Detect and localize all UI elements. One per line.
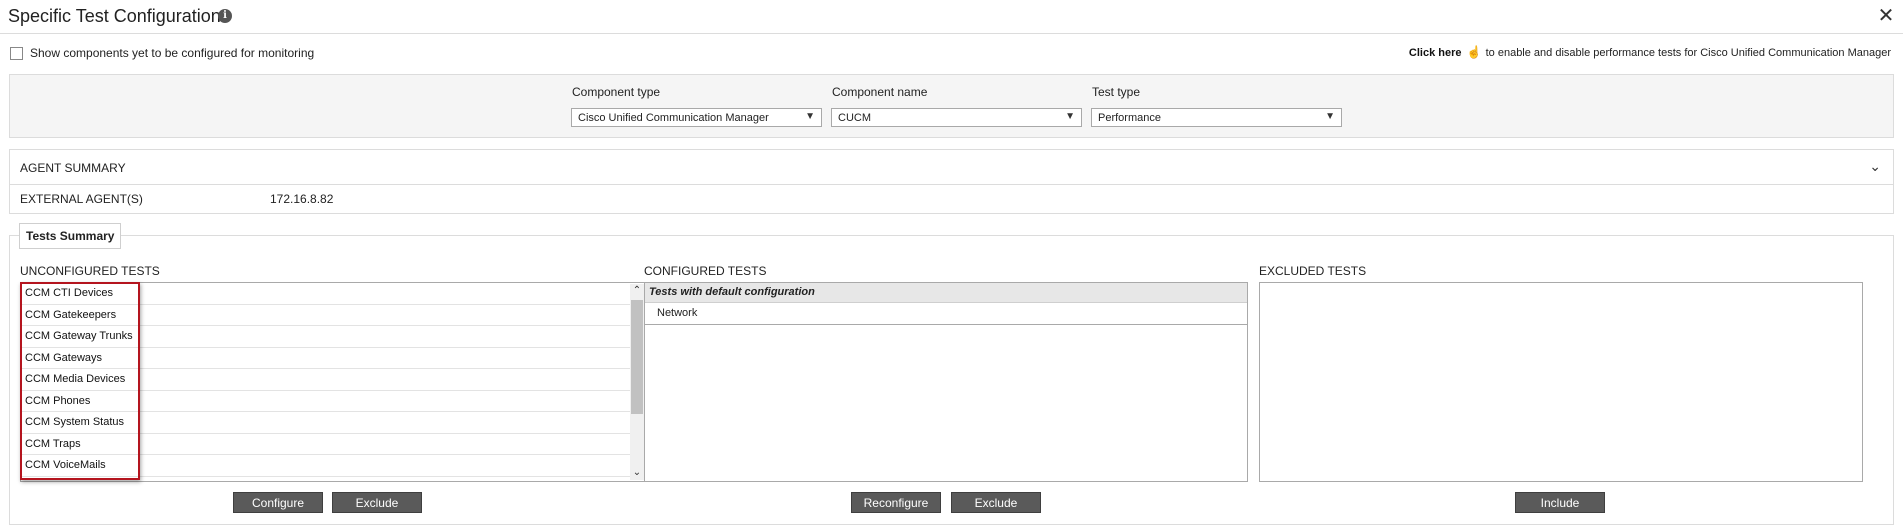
chevron-down-icon: ▼: [1325, 111, 1335, 122]
reconfigure-button[interactable]: Reconfigure: [851, 492, 941, 513]
include-button[interactable]: Include: [1515, 492, 1605, 513]
exclude-configured-button[interactable]: Exclude: [951, 492, 1041, 513]
unconfigured-tests-header: UNCONFIGURED TESTS: [20, 264, 160, 278]
list-item[interactable]: CCM System Status: [21, 412, 630, 434]
scroll-down-icon[interactable]: ⌄: [630, 466, 644, 480]
chevron-down-icon: ▼: [1065, 111, 1075, 122]
list-item[interactable]: CCM Gateways: [21, 348, 630, 369]
list-item[interactable]: CCM Gateway Trunks: [21, 326, 630, 348]
list-item[interactable]: CCM CTI Devices: [21, 283, 630, 305]
component-name-value: CUCM: [838, 112, 871, 124]
configure-button[interactable]: Configure: [233, 492, 323, 513]
configured-tests-list[interactable]: Tests with default configuration Network: [644, 282, 1248, 482]
configured-group-header: Tests with default configuration: [645, 283, 1247, 303]
close-icon[interactable]: ✕: [1876, 6, 1896, 26]
dialog-title: Specific Test Configuration: [8, 6, 221, 26]
agent-summary-panel: AGENT SUMMARY ⌄ EXTERNAL AGENT(S) 172.16…: [9, 149, 1894, 214]
external-agents-value: 172.16.8.82: [270, 192, 334, 206]
list-item[interactable]: CCM Traps: [21, 434, 630, 455]
component-type-label: Component type: [572, 85, 661, 99]
component-name-select[interactable]: CUCM ▼: [831, 108, 1082, 127]
click-here-suffix: to enable and disable performance tests …: [1485, 47, 1891, 59]
show-unconfigured-checkbox[interactable]: [10, 47, 23, 60]
list-item[interactable]: CCM Gatekeepers: [21, 305, 630, 326]
test-type-select[interactable]: Performance ▼: [1091, 108, 1342, 127]
external-agents-label: EXTERNAL AGENT(S): [20, 192, 143, 206]
info-icon[interactable]: i: [218, 9, 232, 23]
filter-panel: Component type Cisco Unified Communicati…: [9, 74, 1894, 138]
excluded-tests-header: EXCLUDED TESTS: [1259, 264, 1367, 278]
component-type-select[interactable]: Cisco Unified Communication Manager ▼: [571, 108, 822, 127]
click-here-notice: Click here ☝ to enable and disable perfo…: [1409, 45, 1891, 59]
agent-summary-title: AGENT SUMMARY: [20, 161, 126, 175]
list-item[interactable]: Network: [645, 303, 1247, 325]
scroll-thumb[interactable]: [631, 300, 643, 414]
scrollbar[interactable]: ⌃ ⌄: [630, 284, 644, 480]
test-type-label: Test type: [1092, 85, 1141, 99]
tab-tests-summary[interactable]: Tests Summary: [19, 223, 122, 249]
component-name-label: Component name: [832, 85, 928, 99]
excluded-tests-list[interactable]: [1259, 282, 1863, 482]
click-here-link[interactable]: Click here: [1409, 47, 1462, 59]
list-item[interactable]: CCM Phones: [21, 391, 630, 412]
component-type-value: Cisco Unified Communication Manager: [578, 112, 769, 124]
chevron-down-icon: ▼: [805, 111, 815, 122]
show-unconfigured-label: Show components yet to be configured for…: [30, 46, 315, 60]
list-item[interactable]: CCM VoiceMails: [21, 455, 630, 477]
unconfigured-tests-list[interactable]: CCM CTI Devices CCM Gatekeepers CCM Gatewa…: [20, 282, 645, 482]
hand-pointer-icon: ☝: [1466, 45, 1482, 59]
configured-tests-header: CONFIGURED TESTS: [644, 264, 767, 278]
chevron-down-icon[interactable]: ⌄: [1869, 158, 1881, 175]
agent-summary-header[interactable]: AGENT SUMMARY ⌄: [10, 150, 1893, 185]
test-type-value: Performance: [1098, 112, 1161, 124]
title-divider: [0, 33, 1903, 34]
scroll-up-icon[interactable]: ⌃: [630, 284, 644, 298]
exclude-button[interactable]: Exclude: [332, 492, 422, 513]
list-item[interactable]: CCM Media Devices: [21, 369, 630, 391]
